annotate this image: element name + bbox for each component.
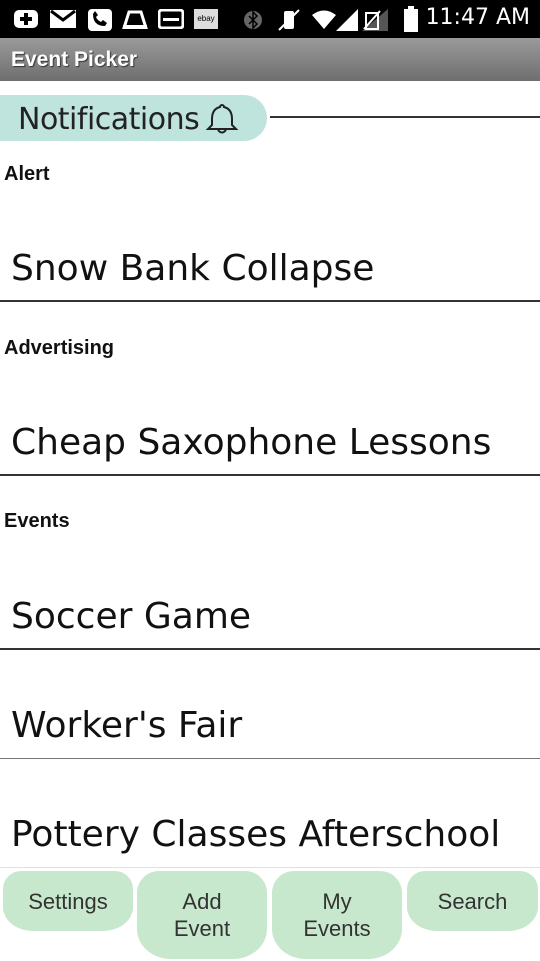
add-event-label-line2: Event [173,916,231,941]
my-events-button[interactable]: My Events [272,871,402,959]
add-event-label: Add Event [174,888,230,942]
bluetooth-icon [244,10,262,30]
list-item-label: Worker's Fair [11,705,243,746]
search-button[interactable]: Search [407,871,538,931]
list-item-label: Snow Bank Collapse [11,248,375,289]
vibrate-off-icon [278,9,300,31]
plus-icon [14,10,38,28]
section-alert-title: Alert [4,163,50,185]
status-bar: ebay 11:47 AM [0,0,540,38]
battery-icon [404,6,418,32]
my-events-label-line2: Events [303,916,371,941]
app-title: Event Picker [11,48,138,71]
no-sim-icon [362,9,388,31]
header-divider [270,116,540,118]
cloud-upload-icon [122,10,148,29]
clock: 11:47 AM [425,5,530,30]
section-events-title: Events [4,510,70,532]
section-advertising-title: Advertising [4,337,115,359]
signal-icon [336,9,358,31]
add-event-label-line1: Add [182,889,222,914]
list-item[interactable]: Soccer Game [0,547,540,650]
bell-icon [205,103,239,134]
settings-button-label: Settings [28,888,108,914]
list-item[interactable]: Worker's Fair [0,650,540,759]
bottom-navigation: Settings Add Event My Events Search [0,867,540,961]
voicemail-icon [88,9,112,31]
inbox-icon [158,9,184,29]
notifications-title: Notifications [18,102,200,137]
list-item-label: Soccer Game [11,596,252,637]
list-item[interactable]: Cheap Saxophone Lessons [0,374,540,476]
add-event-button[interactable]: Add Event [137,871,267,959]
notifications-header: Notifications [0,95,267,141]
search-button-label: Search [437,888,508,914]
action-bar: Event Picker [0,38,540,81]
settings-button[interactable]: Settings [3,871,133,931]
my-events-label: My Events [303,888,370,942]
ebay-icon: ebay [194,9,218,29]
list-item-label: Pottery Classes Afterschool [11,814,501,855]
mail-icon [50,9,76,28]
list-item-label: Cheap Saxophone Lessons [11,422,492,463]
list-item[interactable]: Pottery Classes Afterschool [0,759,540,867]
wifi-icon [312,10,336,29]
my-events-label-line1: My [322,889,352,914]
list-item[interactable]: Snow Bank Collapse [0,200,540,302]
